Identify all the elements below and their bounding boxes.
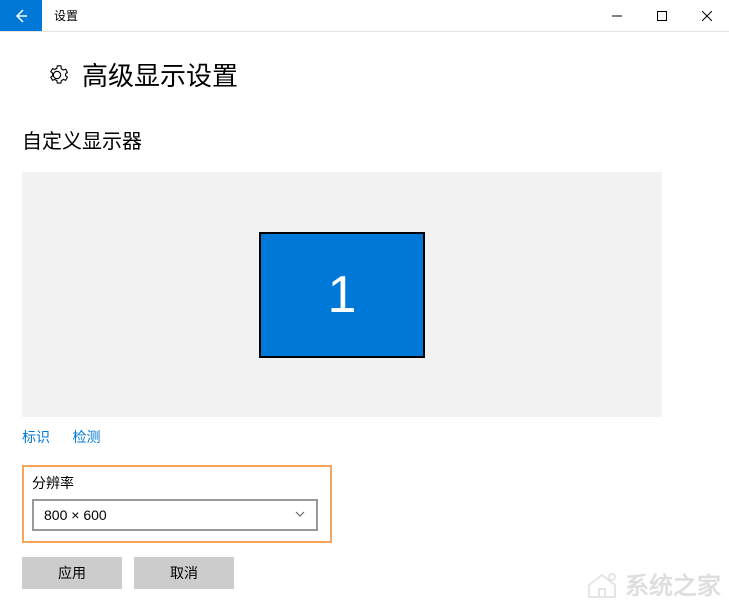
detect-link[interactable]: 检测: [72, 427, 100, 447]
chevron-down-icon: [294, 507, 306, 523]
gear-icon: [46, 64, 68, 86]
maximize-icon: [657, 11, 667, 21]
button-row: 应用 取消: [22, 557, 707, 589]
monitor-1[interactable]: 1: [259, 232, 425, 358]
window-controls: [594, 0, 729, 31]
page-title: 高级显示设置: [82, 56, 238, 93]
resolution-section: 分辨率 800 × 600: [22, 465, 332, 543]
close-button[interactable]: [684, 0, 729, 32]
arrow-left-icon: [13, 8, 29, 24]
close-icon: [702, 11, 712, 21]
back-button[interactable]: [0, 0, 42, 31]
titlebar: 设置: [0, 0, 729, 32]
monitor-number: 1: [328, 265, 357, 325]
display-preview: 1: [22, 172, 662, 417]
section-title: 自定义显示器: [22, 125, 707, 154]
maximize-button[interactable]: [639, 0, 684, 32]
resolution-value: 800 × 600: [44, 507, 107, 523]
link-row: 标识 检测: [22, 427, 707, 447]
window-title: 设置: [42, 0, 594, 31]
minimize-icon: [612, 11, 622, 21]
identify-link[interactable]: 标识: [22, 427, 50, 447]
minimize-button[interactable]: [594, 0, 639, 32]
resolution-dropdown[interactable]: 800 × 600: [32, 499, 318, 531]
apply-button[interactable]: 应用: [22, 557, 122, 589]
cancel-button[interactable]: 取消: [134, 557, 234, 589]
resolution-label: 分辨率: [32, 473, 322, 493]
content-area: 高级显示设置 自定义显示器 1 标识 检测 分辨率 800 × 600 应用 取…: [0, 32, 729, 589]
page-header: 高级显示设置: [22, 56, 707, 93]
